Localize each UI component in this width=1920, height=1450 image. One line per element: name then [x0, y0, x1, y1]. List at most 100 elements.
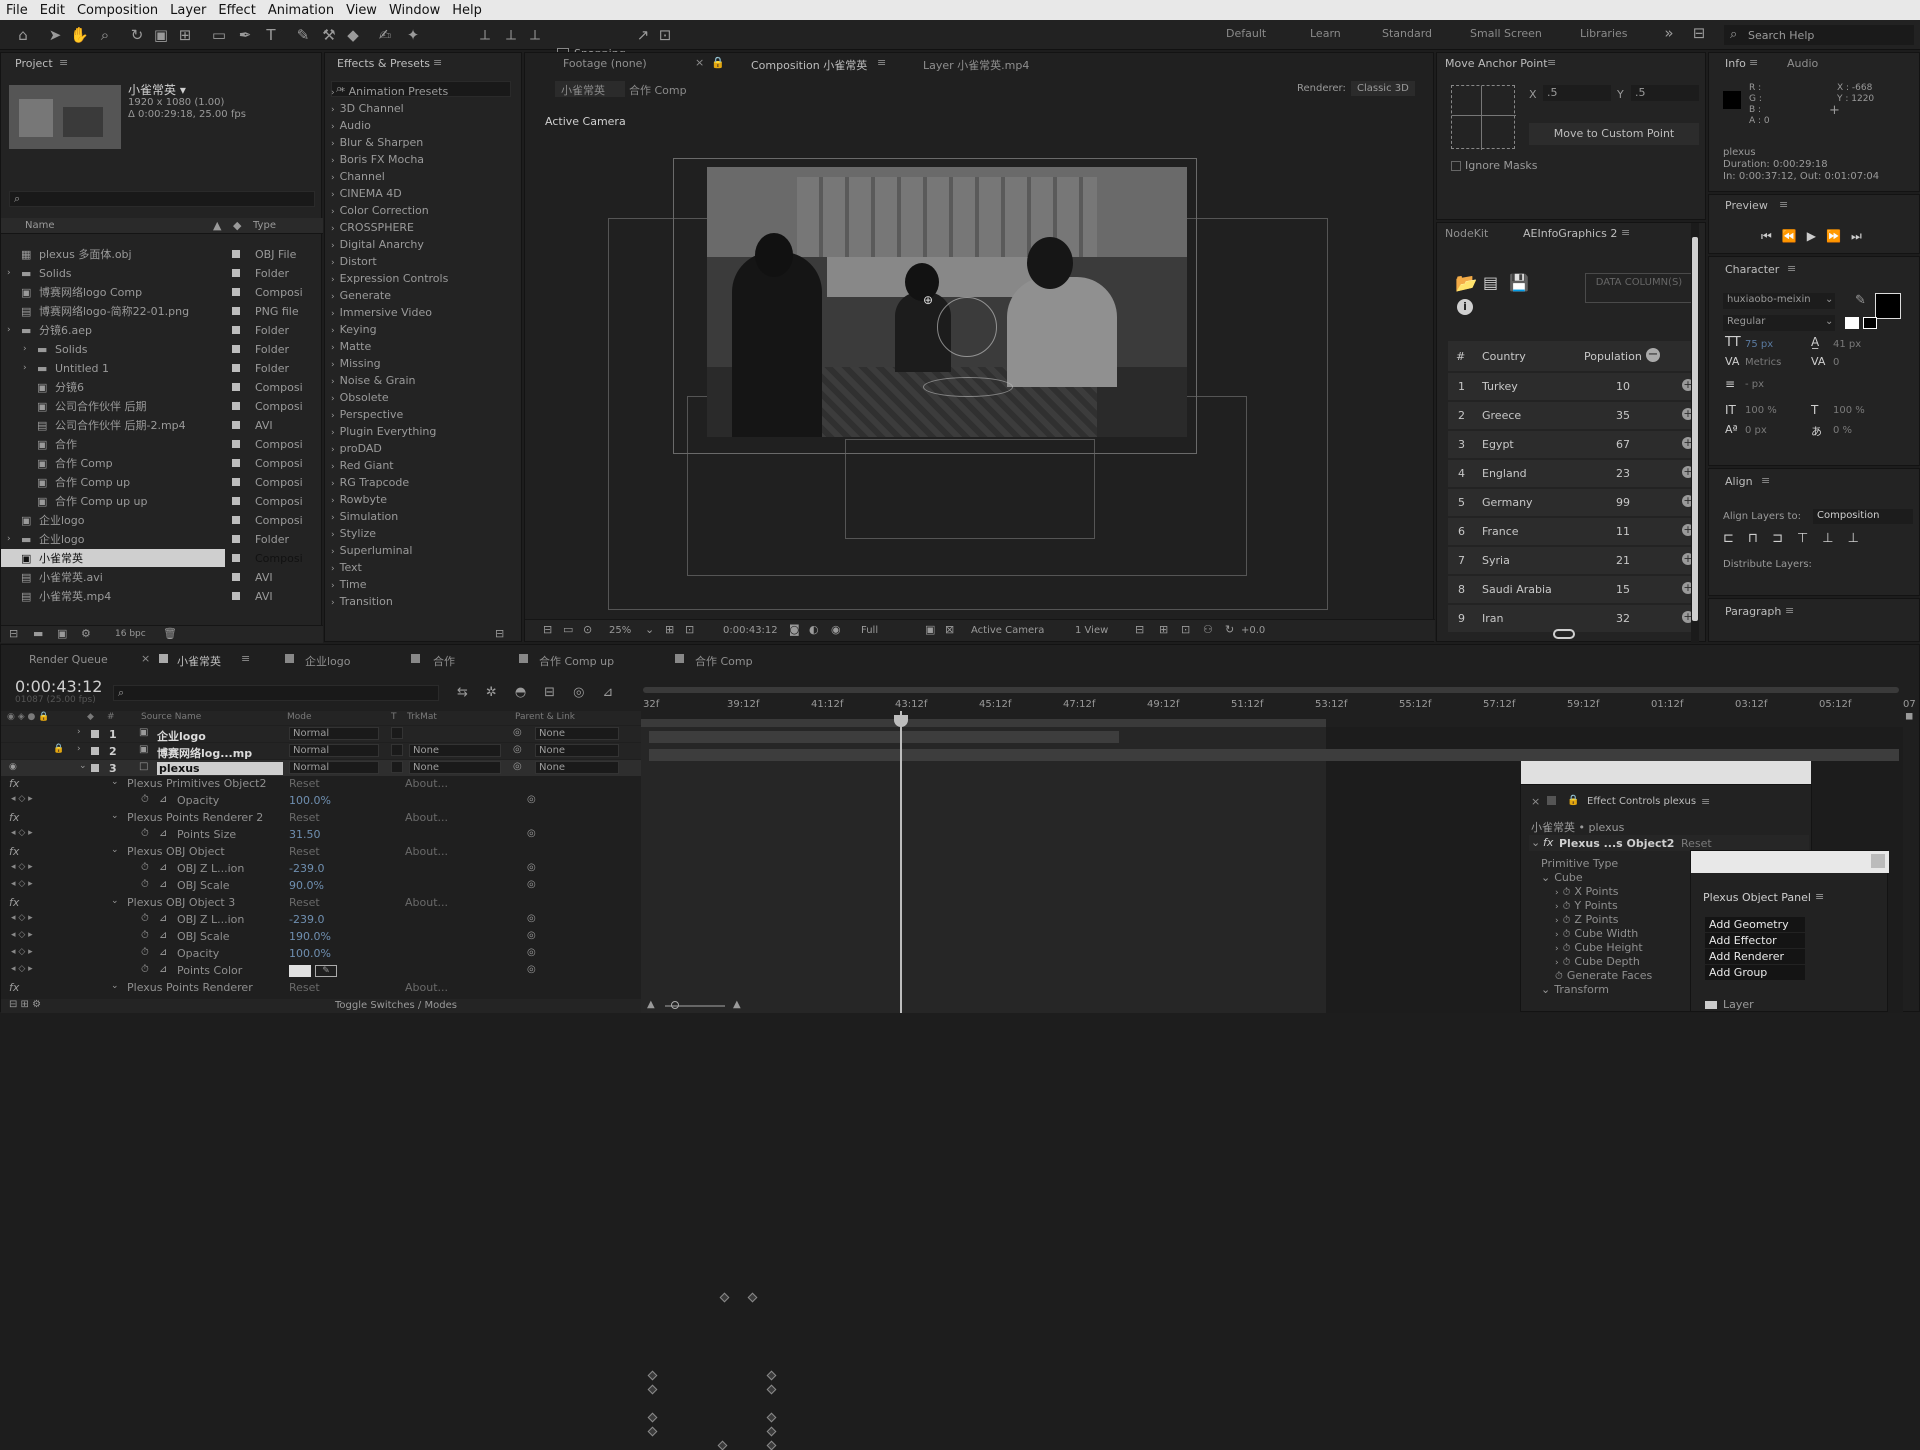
data-table-row[interactable]: 5 Germany 99 +: [1448, 489, 1696, 516]
effect-label[interactable]: Plexus Points Renderer: [127, 981, 253, 994]
track-matte-dropdown[interactable]: None: [409, 744, 501, 757]
expression-pick-whip-icon[interactable]: ◎: [527, 947, 536, 958]
property-value[interactable]: 100.0%: [289, 794, 331, 807]
expression-pick-whip-icon[interactable]: ◎: [527, 964, 536, 975]
local-axis-icon[interactable]: ⟂: [476, 26, 494, 44]
menu-help[interactable]: Help: [446, 3, 488, 18]
row-country[interactable]: Saudi Arabia: [1482, 583, 1552, 596]
effect-category[interactable]: › Blur & Sharpen: [331, 136, 423, 149]
font-size-value[interactable]: 75 px: [1745, 339, 1773, 350]
graph-editor-icon[interactable]: ⊿: [602, 685, 631, 700]
close-tab-icon[interactable]: ×: [1531, 795, 1540, 808]
aeinfographics-tab[interactable]: AEInfoGraphics 2: [1523, 227, 1617, 240]
row-population[interactable]: 99: [1616, 496, 1630, 509]
keyframe[interactable]: [766, 1440, 777, 1450]
align-right-icon[interactable]: ⊐: [1772, 531, 1797, 546]
row-country[interactable]: Greece: [1482, 409, 1521, 422]
interpret-footage-icon[interactable]: ⊟: [9, 627, 18, 640]
row-population[interactable]: 10: [1616, 380, 1630, 393]
timeline-tab-hezuo[interactable]: 合作: [433, 653, 455, 669]
label-color-swatch[interactable]: [232, 421, 240, 429]
menu-view[interactable]: View: [340, 3, 383, 18]
layer-bar-2[interactable]: [649, 749, 1899, 761]
timeline-property-row[interactable]: fx ⌄ Plexus OBJ Object Reset About...: [1, 845, 641, 861]
panel-menu-icon[interactable]: ≡: [1779, 198, 1788, 211]
clone-stamp-tool-icon[interactable]: ⚒: [320, 26, 338, 44]
keyframe[interactable]: [766, 1426, 777, 1437]
always-preview-icon[interactable]: ⊟: [543, 623, 552, 636]
property-value[interactable]: -239.0: [289, 913, 324, 926]
chevron-right-icon[interactable]: ›: [77, 727, 81, 737]
layer-name[interactable]: plexus: [157, 762, 283, 775]
pick-whip-icon[interactable]: ◎: [513, 727, 522, 738]
effect-reset[interactable]: Reset: [289, 981, 320, 994]
chevron-down-icon[interactable]: ⌄: [1541, 871, 1550, 884]
col-type[interactable]: Type: [253, 220, 276, 231]
effect-reset[interactable]: Reset: [289, 845, 320, 858]
panel-menu-icon[interactable]: ≡: [241, 652, 250, 665]
fx-icon[interactable]: fx: [9, 981, 19, 994]
effect-category[interactable]: › Color Correction: [331, 204, 429, 217]
keyframe[interactable]: [647, 1426, 658, 1437]
work-area-range[interactable]: [641, 719, 1326, 727]
expression-pick-whip-icon[interactable]: ◎: [527, 930, 536, 941]
blend-mode-dropdown[interactable]: Normal: [289, 744, 379, 757]
comp-mini-flowchart-icon[interactable]: ⇆: [457, 685, 486, 700]
keyframe-nav-icon[interactable]: ◂ ◇ ▸: [11, 828, 33, 838]
type-tool-icon[interactable]: T: [262, 26, 280, 44]
panel-menu-icon[interactable]: ≡: [1761, 474, 1770, 487]
effect-category[interactable]: › Red Giant: [331, 459, 394, 472]
grid-icon[interactable]: ⊡: [685, 623, 694, 636]
align-left-icon[interactable]: ⊏: [1723, 531, 1748, 546]
row-population[interactable]: 23: [1616, 467, 1630, 480]
fit-icon[interactable]: ⊞: [665, 623, 674, 636]
mask-visibility-icon[interactable]: ⊙: [583, 623, 592, 636]
expression-pick-whip-icon[interactable]: ◎: [527, 913, 536, 924]
rotate-tool-icon[interactable]: ↻: [128, 26, 146, 44]
keyframe[interactable]: [766, 1384, 777, 1395]
stopwatch-icon[interactable]: ⏱: [141, 964, 149, 975]
label-color-swatch[interactable]: [232, 459, 240, 467]
timeline-property-row[interactable]: ◂ ◇ ▸ ⏱ ⊿ OBJ Z L...ion -239.0 ◎: [1, 862, 641, 878]
region-of-interest-icon[interactable]: ▣: [925, 623, 935, 636]
effect-category[interactable]: › Stylize: [331, 527, 376, 540]
prev-frame-icon[interactable]: ⏪: [1782, 229, 1807, 243]
effect-category[interactable]: › Time: [331, 578, 367, 591]
project-item[interactable]: ▤ 博赛网络logo-简称22-01.png PNG file: [1, 302, 323, 320]
breadcrumb-sub[interactable]: 合作 Comp: [629, 82, 687, 98]
layer-name[interactable]: 博赛网络log...mp: [157, 745, 283, 761]
new-preset-icon[interactable]: ⊟: [495, 627, 504, 640]
work-area-bar[interactable]: [643, 687, 1899, 693]
character-tab[interactable]: Character: [1725, 263, 1779, 276]
roto-brush-tool-icon[interactable]: ✍: [376, 26, 394, 44]
color-channel-icon[interactable]: ◉: [831, 623, 841, 636]
chevron-right-icon[interactable]: ›: [77, 744, 81, 754]
panel-menu-icon[interactable]: ≡: [1701, 795, 1710, 808]
project-item[interactable]: › ▬ Solids Folder: [1, 264, 323, 282]
pick-whip-icon[interactable]: ◎: [513, 761, 522, 772]
horizontal-scale-value[interactable]: 100 %: [1833, 405, 1865, 416]
data-table-row[interactable]: 3 Egypt 67 +: [1448, 431, 1696, 458]
keyframe[interactable]: [766, 1370, 777, 1381]
timeline-property-row[interactable]: ◂ ◇ ▸ ⏱ ⊿ Opacity 100.0% ◎: [1, 794, 641, 810]
parent-dropdown[interactable]: None: [535, 744, 619, 757]
data-table-row[interactable]: 8 Saudi Arabia 15 +: [1448, 576, 1696, 603]
chevron-down-icon[interactable]: ⌄: [111, 845, 119, 855]
graph-icon[interactable]: ⊿: [159, 862, 167, 873]
panel-menu-icon[interactable]: ≡: [877, 56, 886, 69]
project-item[interactable]: ▣ 合作 Comp Composi: [1, 454, 323, 472]
workspace-standard[interactable]: Standard: [1382, 27, 1432, 40]
row-population[interactable]: 67: [1616, 438, 1630, 451]
menu-layer[interactable]: Layer: [164, 3, 212, 18]
graph-icon[interactable]: ⊿: [159, 964, 167, 975]
motion-blur-icon[interactable]: ◎: [573, 685, 602, 700]
render-queue-tab[interactable]: Render Queue: [29, 653, 108, 666]
project-item[interactable]: ▤ 小雀常英.mp4 AVI: [1, 587, 323, 605]
project-item[interactable]: ▤ 小雀常英.avi AVI: [1, 568, 323, 586]
effect-category[interactable]: › Matte: [331, 340, 371, 353]
effect-category[interactable]: › Boris FX Mocha: [331, 153, 424, 166]
label-color-swatch[interactable]: [232, 516, 240, 524]
effect-category[interactable]: › Keying: [331, 323, 377, 336]
timeline-tab-main[interactable]: 小雀常英: [177, 653, 221, 669]
project-item[interactable]: › ▬ 分镜6.aep Folder: [1, 321, 323, 339]
